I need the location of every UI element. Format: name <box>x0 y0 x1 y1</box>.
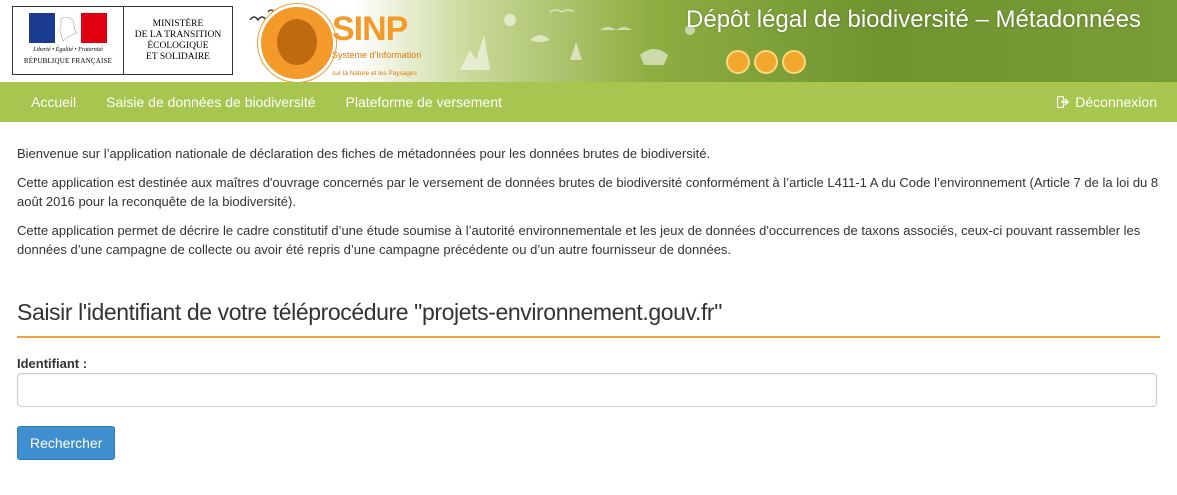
search-button[interactable]: Rechercher <box>17 426 116 460</box>
logout-icon <box>1057 96 1070 108</box>
ministry-block: MINISTÈRE DE LA TRANSITION ÉCOLOGIQUE ET… <box>123 7 233 74</box>
logout-link[interactable]: Déconnexion <box>1057 82 1157 122</box>
identifiant-label: Identifiant : <box>17 356 88 371</box>
wildlife-silhouettes-icon <box>460 9 695 70</box>
header-banner: Liberté • Égalité • Fraternité RÉPUBLIQU… <box>0 0 1177 82</box>
nav-item-plateforme-versement[interactable]: Plateforme de versement <box>346 94 502 110</box>
main-navbar: Accueil Saisie de données de biodiversit… <box>0 82 1177 122</box>
intro-paragraph-purpose: Cette application est destinée aux maîtr… <box>17 175 1159 209</box>
intro-paragraph-scope: Cette application permet de décrire le c… <box>17 223 1141 257</box>
rf-motto: Liberté • Égalité • Fraternité <box>33 47 103 53</box>
marianne-block: Liberté • Égalité • Fraternité RÉPUBLIQU… <box>13 7 124 74</box>
theme-badges <box>726 50 806 74</box>
sinp-subtitle: Système d'Information <box>332 50 422 60</box>
sinp-title: SINP <box>332 10 408 48</box>
flag-icon <box>29 13 107 43</box>
sinp-emblem-icon <box>258 4 336 82</box>
republique-francaise-logo: Liberté • Égalité • Fraternité RÉPUBLIQU… <box>12 6 233 75</box>
rf-country-name: RÉPUBLIQUE FRANÇAISE <box>23 57 113 65</box>
intro-paragraph-welcome: Bienvenue sur l’application nationale de… <box>17 146 711 161</box>
nature-badge-icon <box>754 50 778 74</box>
nav-item-accueil[interactable]: Accueil <box>31 94 76 110</box>
sinp-logo: SINP Système d'Information sur la Nature… <box>248 2 428 82</box>
nav-item-saisie-donnees[interactable]: Saisie de données de biodiversité <box>106 94 315 110</box>
form-section-title: Saisir l'identifiant de votre téléprocéd… <box>17 299 1160 338</box>
main-content: Bienvenue sur l’application nationale de… <box>0 122 1177 460</box>
app-title: Dépôt légal de biodiversité – Métadonnée… <box>686 6 1141 33</box>
logout-label: Déconnexion <box>1075 94 1157 110</box>
identifiant-input[interactable] <box>17 373 1157 407</box>
landscape-badge-icon <box>726 50 750 74</box>
ministry-name: MINISTÈRE DE LA TRANSITION ÉCOLOGIQUE ET… <box>134 18 222 62</box>
fauna-badge-icon <box>782 50 806 74</box>
sinp-subtitle-2: sur la Nature et les Paysages <box>332 70 417 77</box>
